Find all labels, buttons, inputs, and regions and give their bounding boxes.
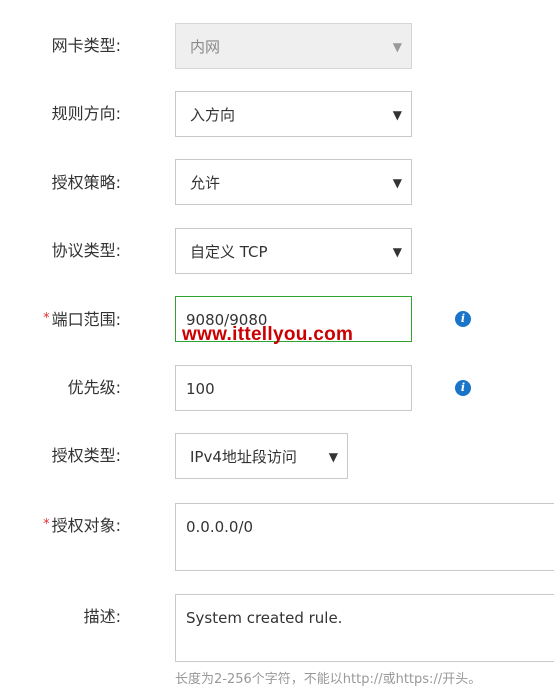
chevron-down-icon: ▼: [392, 245, 402, 259]
chevron-down-icon: ▼: [328, 450, 338, 464]
priority-input[interactable]: 100: [175, 365, 412, 411]
auth-policy-label: 授权策略:: [51, 173, 121, 192]
protocol-type-value: 自定义 TCP: [190, 243, 268, 261]
watermark: www.ittellyou.com: [182, 324, 354, 345]
protocol-type-label: 协议类型:: [51, 241, 121, 260]
info-icon[interactable]: i: [455, 311, 471, 327]
auth-type-label: 授权类型:: [51, 446, 121, 465]
priority-value: 100: [186, 380, 215, 398]
nic-type-label: 网卡类型:: [51, 36, 121, 55]
chevron-down-icon: ▼: [392, 108, 402, 122]
rule-direction-label: 规则方向:: [51, 104, 121, 123]
description-hint: 长度为2-256个字符，不能以http://或https://开头。: [175, 672, 482, 687]
description-value: System created rule.: [186, 609, 343, 627]
auth-object-textarea[interactable]: 0.0.0.0/0: [175, 503, 554, 571]
priority-label: 优先级:: [67, 378, 121, 397]
required-mark: *: [43, 311, 50, 326]
auth-type-value: IPv4地址段访问: [190, 448, 297, 466]
auth-object-value: 0.0.0.0/0: [186, 518, 254, 536]
port-range-label: * 端口范围:: [1, 310, 121, 332]
auth-object-label-text: 授权对象:: [51, 516, 121, 535]
auth-policy-select[interactable]: 允许 ▼: [175, 159, 412, 205]
info-icon[interactable]: i: [455, 380, 471, 396]
chevron-down-icon: ▼: [392, 40, 402, 54]
protocol-type-select[interactable]: 自定义 TCP ▼: [175, 228, 412, 274]
required-mark: *: [43, 517, 50, 532]
rule-direction-select[interactable]: 入方向 ▼: [175, 91, 412, 137]
rule-direction-value: 入方向: [190, 106, 236, 124]
auth-type-select[interactable]: IPv4地址段访问 ▼: [175, 433, 348, 479]
description-label: 描述:: [83, 607, 121, 626]
auth-policy-value: 允许: [190, 174, 221, 192]
auth-object-label: * 授权对象:: [1, 516, 121, 538]
nic-type-select: 内网 ▼: [175, 23, 412, 69]
nic-type-value: 内网: [190, 38, 221, 56]
port-range-label-text: 端口范围:: [51, 310, 121, 329]
chevron-down-icon: ▼: [392, 176, 402, 190]
description-textarea[interactable]: System created rule.: [175, 594, 554, 662]
